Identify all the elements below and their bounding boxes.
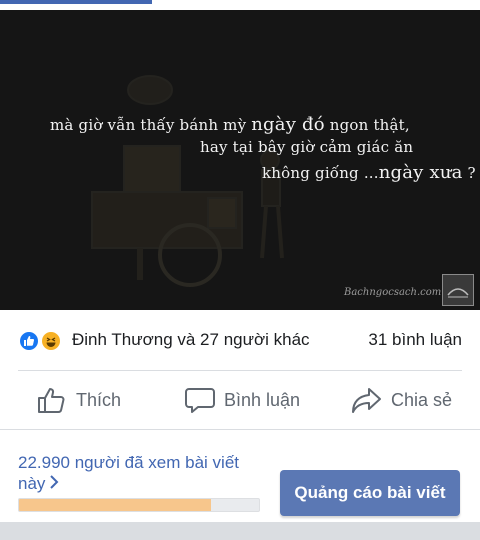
comment-label: Bình luận xyxy=(224,389,301,410)
views-link[interactable]: 22.990 người đã xem bài viết này xyxy=(18,452,263,494)
thumbs-up-icon xyxy=(38,388,65,413)
comment-button[interactable]: Bình luận xyxy=(184,371,300,429)
comment-count[interactable]: 31 bình luận xyxy=(368,330,462,350)
quote-line-1-b: ngày đó xyxy=(251,114,325,135)
chevron-right-icon xyxy=(49,473,59,494)
watermark-logo-icon xyxy=(442,274,474,306)
haha-icon xyxy=(40,330,62,352)
like-button[interactable]: Thích xyxy=(36,371,121,429)
boost-post-button[interactable]: Quảng cáo bài viết xyxy=(280,470,460,516)
reactions-bar[interactable]: Đinh Thương và 27 người khác 31 bình luậ… xyxy=(0,310,480,370)
quote-line-3-b: ngày xưa xyxy=(378,162,463,183)
like-icon xyxy=(18,330,40,352)
feed-separator xyxy=(0,522,480,540)
vendor-cart-illustration xyxy=(91,75,284,287)
share-arrow-icon xyxy=(352,388,381,413)
watermark-text: Bachngocsach.com xyxy=(344,287,442,298)
reaction-names[interactable]: Đinh Thương và 27 người khác xyxy=(72,330,310,350)
like-label: Thích xyxy=(76,389,122,410)
quote-line-1: mà giờ vẫn thấy bánh mỳ ngày đó ngon thậ… xyxy=(50,114,410,135)
quote-line-3-a: không giống ... xyxy=(262,164,379,182)
post-image[interactable]: mà giờ vẫn thấy bánh mỳ ngày đó ngon thậ… xyxy=(0,10,480,310)
reach-progress-fill xyxy=(19,499,211,511)
comment-bubble-icon xyxy=(185,388,215,413)
share-label: Chia sẻ xyxy=(391,389,453,410)
quote-line-1-a: mà giờ vẫn thấy bánh mỳ xyxy=(50,116,252,134)
reach-progress-bar xyxy=(18,498,260,512)
quote-line-3: không giống ...ngày xưa ? xyxy=(262,162,476,183)
loading-indicator xyxy=(0,0,152,4)
post-insights: 22.990 người đã xem bài viết này Quảng c… xyxy=(0,430,480,522)
top-strip xyxy=(0,0,480,10)
quote-line-2: hay tại bây giờ cảm giác ăn xyxy=(200,138,414,156)
share-button[interactable]: Chia sẻ xyxy=(351,371,452,429)
post-actions: Thích Bình luận Chia sẻ xyxy=(0,371,480,429)
quote-line-3-c: ? xyxy=(462,164,476,182)
quote-line-1-c: ngon thật, xyxy=(324,116,410,134)
